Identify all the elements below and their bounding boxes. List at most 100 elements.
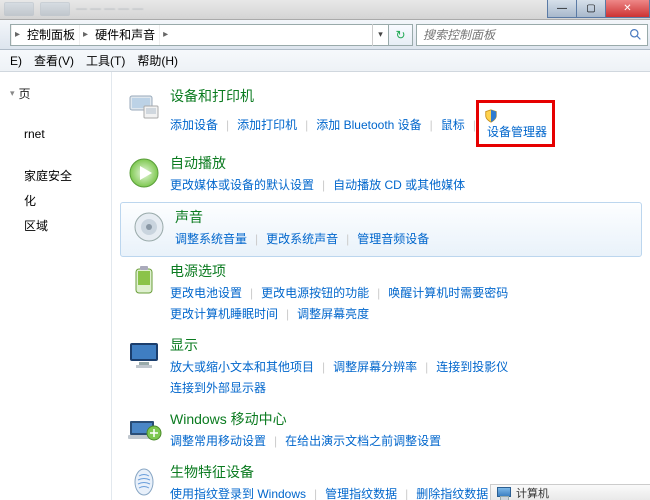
category-links: 调整常用移动设置|在给出演示文档之前调整设置 xyxy=(170,431,642,450)
category-mobility: Windows 移动中心调整常用移动设置|在给出演示文档之前调整设置 xyxy=(120,405,642,458)
category-title[interactable]: 设备和打印机 xyxy=(170,86,642,108)
category-links: 更改电池设置|更改电源按钮的功能|唤醒计算机时需要密码更改计算机睡眠时间|调整屏… xyxy=(170,283,642,323)
task-link[interactable]: 更改计算机睡眠时间 xyxy=(170,304,278,323)
sidebar-home-label: 页 xyxy=(19,85,31,102)
category-sound: 声音调整系统音量|更改系统声音|管理音频设备 xyxy=(120,202,642,257)
task-link[interactable]: 更改系统声音 xyxy=(266,229,338,248)
menu-help[interactable]: 帮助(H) xyxy=(131,52,184,69)
titlebar-blur: — — — — — xyxy=(0,1,143,17)
category-title[interactable]: 电源选项 xyxy=(170,261,642,283)
taskbar-fragment: 计算机 xyxy=(490,484,650,500)
address-dropdown[interactable]: ▾ xyxy=(372,24,388,46)
breadcrumb-bar[interactable]: ▸ 控制面板 ▸ 硬件和声音 ▸ ▾ xyxy=(10,24,389,46)
task-link[interactable]: 调整系统音量 xyxy=(175,229,247,248)
task-link[interactable]: 在给出演示文档之前调整设置 xyxy=(285,431,441,450)
computer-icon xyxy=(497,487,511,499)
task-link[interactable]: 添加打印机 xyxy=(237,115,297,134)
sidebar-item[interactable]: 区域 xyxy=(0,213,111,238)
address-bar: ▸ 控制面板 ▸ 硬件和声音 ▸ ▾ ↻ xyxy=(0,20,650,50)
breadcrumb-hardware-sound[interactable]: 硬件和声音 xyxy=(91,25,159,45)
category-title[interactable]: 声音 xyxy=(175,207,641,229)
task-link[interactable]: 连接到外部显示器 xyxy=(170,378,266,397)
category-links: 添加设备|添加打印机|添加 Bluetooth 设备|鼠标|设备管理器 xyxy=(170,108,642,141)
search-icon[interactable] xyxy=(623,28,647,41)
category-title[interactable]: 自动播放 xyxy=(170,153,642,175)
breadcrumb-control-panel[interactable]: 控制面板 xyxy=(23,25,79,45)
task-link[interactable]: 调整屏幕分辨率 xyxy=(333,357,417,376)
refresh-icon: ↻ xyxy=(395,28,405,42)
task-link[interactable]: 调整常用移动设置 xyxy=(170,431,266,450)
biometric-icon xyxy=(124,462,164,500)
sidebar-home[interactable]: ▾ 页 xyxy=(0,82,111,105)
link-divider: | xyxy=(266,434,285,448)
category-devices: 设备和打印机添加设备|添加打印机|添加 Bluetooth 设备|鼠标|设备管理… xyxy=(120,82,642,149)
chevron-right-icon[interactable]: ▸ xyxy=(79,25,91,45)
task-link[interactable]: 添加 Bluetooth 设备 xyxy=(316,115,421,134)
menu-tools[interactable]: 工具(T) xyxy=(80,52,131,69)
task-link[interactable]: 鼠标 xyxy=(441,115,465,134)
task-link[interactable]: 调整屏幕亮度 xyxy=(297,304,369,323)
task-link[interactable]: 更改电池设置 xyxy=(170,283,242,302)
main-area: ▾ 页 rnet 家庭安全 化 区域 设备和打印机添加设备|添加打印机|添加 B… xyxy=(0,72,650,500)
menu-edit[interactable]: E) xyxy=(4,54,28,68)
maximize-button[interactable]: ▢ xyxy=(576,0,606,18)
chevron-right-icon[interactable]: ▸ xyxy=(159,25,171,45)
link-divider: | xyxy=(422,118,441,132)
task-link[interactable]: 放大或缩小文本和其他项目 xyxy=(170,357,314,376)
task-link[interactable]: 更改媒体或设备的默认设置 xyxy=(170,175,314,194)
sound-icon xyxy=(129,207,169,247)
task-link[interactable]: 设备管理器 xyxy=(484,108,547,141)
minimize-button[interactable]: — xyxy=(547,0,577,18)
link-divider: | xyxy=(397,487,416,500)
task-link[interactable]: 唤醒计算机时需要密码 xyxy=(388,283,508,302)
link-divider: | xyxy=(218,118,237,132)
menu-view[interactable]: 查看(V) xyxy=(28,52,80,69)
link-divider: | xyxy=(247,232,266,246)
menu-bar: E) 查看(V) 工具(T) 帮助(H) xyxy=(0,50,650,72)
task-link[interactable]: 管理音频设备 xyxy=(357,229,429,248)
task-link[interactable]: 管理指纹数据 xyxy=(325,484,397,500)
category-title[interactable]: 生物特征设备 xyxy=(170,462,642,484)
refresh-button[interactable]: ↻ xyxy=(389,24,413,46)
category-autoplay: 自动播放更改媒体或设备的默认设置|自动播放 CD 或其他媒体 xyxy=(120,149,642,202)
task-link[interactable]: 删除指纹数据 xyxy=(416,484,488,500)
task-link[interactable]: 使用指纹登录到 Windows xyxy=(170,484,306,500)
mobility-icon xyxy=(124,409,164,449)
task-link[interactable]: 连接到投影仪 xyxy=(436,357,508,376)
link-divider: | xyxy=(297,118,316,132)
category-links: 放大或缩小文本和其他项目|调整屏幕分辨率|连接到投影仪连接到外部显示器 xyxy=(170,357,642,397)
task-link[interactable]: 自动播放 CD 或其他媒体 xyxy=(333,175,465,194)
chevron-down-icon: ▾ xyxy=(10,88,15,99)
search-box[interactable] xyxy=(416,24,648,46)
task-link[interactable]: 更改电源按钮的功能 xyxy=(261,283,369,302)
category-display: 显示放大或缩小文本和其他项目|调整屏幕分辨率|连接到投影仪连接到外部显示器 xyxy=(120,331,642,405)
title-bar: — — — — — — ▢ ✕ xyxy=(0,0,650,20)
link-divider: | xyxy=(278,307,297,321)
taskbar-label: 计算机 xyxy=(516,485,549,500)
devices-icon xyxy=(124,86,164,126)
link-divider: | xyxy=(314,178,333,192)
sidebar-item[interactable]: 家庭安全 xyxy=(0,163,111,188)
category-power: 电源选项更改电池设置|更改电源按钮的功能|唤醒计算机时需要密码更改计算机睡眠时间… xyxy=(120,257,642,331)
link-divider: | xyxy=(242,286,261,300)
link-divider: | xyxy=(369,286,388,300)
link-divider: | xyxy=(306,487,325,500)
sidebar-item[interactable]: 化 xyxy=(0,188,111,213)
window-buttons: — ▢ ✕ xyxy=(548,0,650,18)
category-title[interactable]: Windows 移动中心 xyxy=(170,409,642,431)
content-pane[interactable]: 设备和打印机添加设备|添加打印机|添加 Bluetooth 设备|鼠标|设备管理… xyxy=(112,72,650,500)
link-divider: | xyxy=(417,360,436,374)
autoplay-icon xyxy=(124,153,164,193)
link-divider: | xyxy=(314,360,333,374)
category-links: 调整系统音量|更改系统声音|管理音频设备 xyxy=(175,229,641,248)
sidebar-item[interactable]: rnet xyxy=(0,123,111,145)
link-divider: | xyxy=(338,232,357,246)
category-title[interactable]: 显示 xyxy=(170,335,642,357)
search-input[interactable] xyxy=(417,28,623,42)
chevron-right-icon[interactable]: ▸ xyxy=(11,25,23,45)
close-button[interactable]: ✕ xyxy=(605,0,650,18)
power-icon xyxy=(124,261,164,301)
sidebar: ▾ 页 rnet 家庭安全 化 区域 xyxy=(0,72,112,500)
task-link[interactable]: 添加设备 xyxy=(170,115,218,134)
display-icon xyxy=(124,335,164,375)
